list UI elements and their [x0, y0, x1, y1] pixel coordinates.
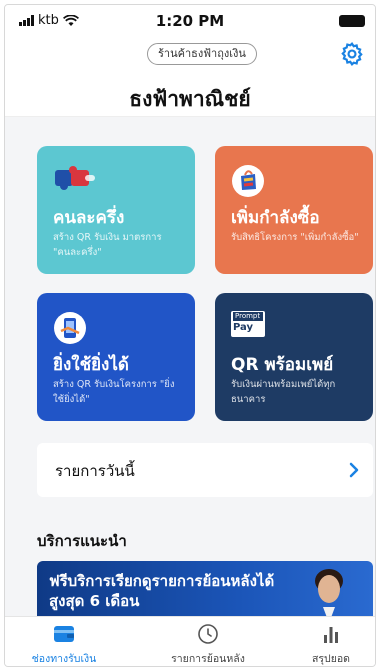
shopping-bag-icon — [232, 165, 264, 197]
header: ร้านค้าธงฟ้าถุงเงิน ธงฟ้าพาณิชย์ — [5, 35, 375, 117]
clock-time: 1:20 PM — [155, 12, 225, 30]
todays-transactions-label: รายการวันนี้ — [55, 462, 135, 480]
card-subtitle: สร้าง QR รับเงินโครงการ "ยิ่งใช้ยิ่งได้" — [53, 379, 175, 405]
card-title: คนละครึ่ง — [53, 208, 125, 228]
app-screen: ktb 1:20 PM ร้านค้าธงฟ้าถุงเงิน ธงฟ้าพาณ… — [4, 4, 376, 667]
status-bar: ktb 1:20 PM — [5, 5, 375, 35]
card-subtitle: รับเงินผ่านพร้อมเพย์ได้ทุกธนาคาร — [231, 379, 336, 405]
clock-icon — [198, 624, 218, 644]
promptpay-logo: Prompt Pay — [231, 311, 265, 337]
card-title: เพิ่มกำลังซื้อ — [231, 208, 320, 228]
tab-label: รายการย้อนหลัง — [171, 653, 245, 665]
tab-payment-channels[interactable]: ช่องทางรับเงิน — [17, 617, 111, 666]
chevron-right-icon — [349, 462, 359, 478]
bottom-tab-bar: ช่องทางรับเงิน รายการย้อนหลัง สรุปยอด — [5, 616, 375, 666]
spend-more-get-more-card[interactable]: ยิ่งใช้ยิ่งได้ สร้าง QR รับเงินโครงการ "… — [37, 293, 195, 421]
tab-label: ช่องทางรับเงิน — [31, 653, 97, 665]
card-subtitle: สร้าง QR รับเงิน มาตรการ "คนละครึ่ง" — [53, 232, 162, 258]
promptpay-logo-bottom: Pay — [233, 322, 254, 333]
card-subtitle: รับสิทธิโครงการ "เพิ่มกำลังซื้อ" — [231, 232, 359, 243]
tab-summary[interactable]: สรุปยอด — [291, 617, 371, 666]
tab-label: สรุปยอด — [312, 653, 350, 665]
tab-history[interactable]: รายการย้อนหลัง — [153, 617, 263, 666]
promo-banner[interactable]: ฟรีบริการเรียกดูรายการย้อนหลังได้สูงสุด … — [37, 561, 373, 621]
battery-icon — [339, 15, 365, 27]
card-title: QR พร้อมเพย์ — [231, 355, 334, 375]
bar-chart-icon — [324, 627, 338, 643]
shop-name: ธงฟ้าพาณิชย์ — [129, 87, 251, 111]
shop-selector-button[interactable]: ร้านค้าธงฟ้าถุงเงิน — [147, 43, 257, 65]
half-half-card[interactable]: คนละครึ่ง สร้าง QR รับเงิน มาตรการ "คนละ… — [37, 146, 195, 274]
promptpay-qr-card[interactable]: Prompt Pay QR พร้อมเพย์ รับเงินผ่านพร้อม… — [215, 293, 373, 421]
promptpay-logo-top: Prompt — [233, 312, 263, 321]
phone-cash-icon — [54, 312, 86, 344]
todays-transactions-row[interactable]: รายการวันนี้ — [37, 443, 373, 497]
promo-banner-text: ฟรีบริการเรียกดูรายการย้อนหลังได้สูงสุด … — [49, 572, 275, 610]
card-title: ยิ่งใช้ยิ่งได้ — [53, 355, 129, 375]
recommended-services-heading: บริการแนะนำ — [37, 532, 127, 550]
puzzle-hands-icon — [55, 166, 95, 190]
gear-icon[interactable] — [339, 41, 365, 67]
purchasing-power-card[interactable]: เพิ่มกำลังซื้อ รับสิทธิโครงการ "เพิ่มกำล… — [215, 146, 373, 274]
wallet-icon — [54, 626, 74, 642]
presenter-image — [315, 569, 343, 621]
